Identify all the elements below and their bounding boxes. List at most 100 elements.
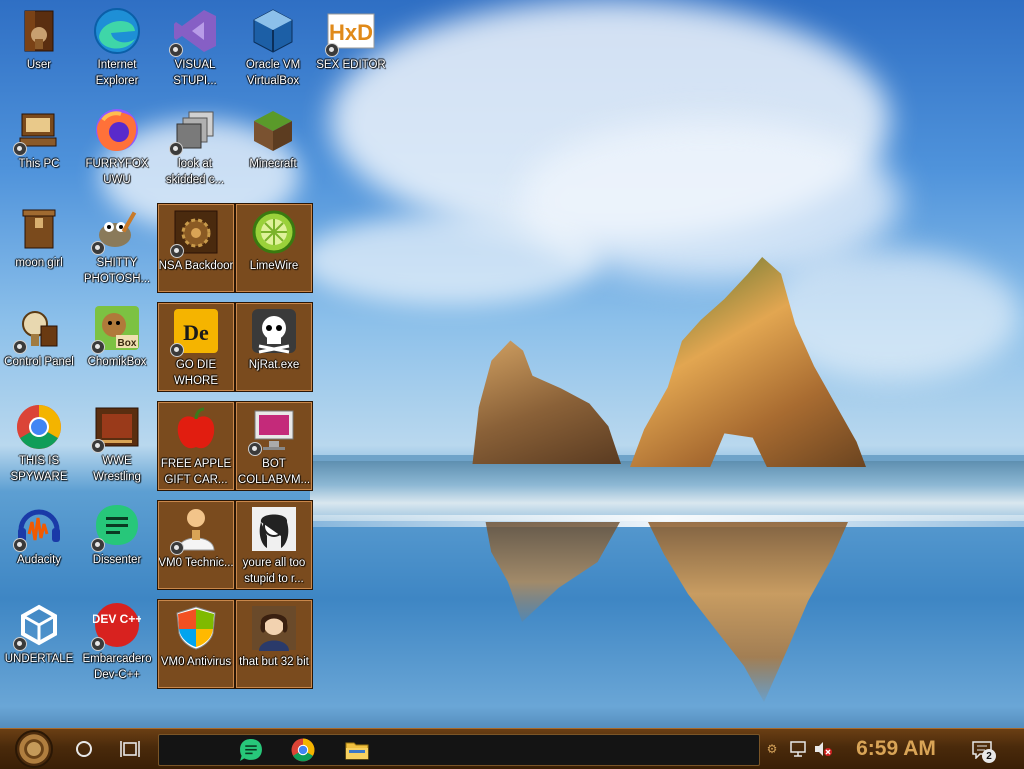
- desktop-icon-minecraft[interactable]: Minecraft: [234, 102, 312, 192]
- desktop-icon-oracle-vm-virtualbox[interactable]: Oracle VM VirtualBox: [234, 3, 312, 93]
- network-icon: [790, 741, 806, 757]
- apple-icon: [172, 406, 220, 454]
- action-center-button[interactable]: 2: [966, 735, 998, 765]
- audacity-icon: [13, 502, 63, 552]
- volume-tray-button[interactable]: [812, 737, 834, 761]
- desktop-icon-nsa-backdoor[interactable]: NSA Backdoor: [157, 203, 235, 293]
- desktop-icon-look-at-skidded[interactable]: look at skidded c...: [156, 102, 234, 192]
- desktop-icon-furryfox[interactable]: FURRYFOX UWU: [78, 102, 156, 192]
- media-player-icon: [91, 403, 141, 453]
- desktop[interactable]: User This PC moon girl Control Panel THI…: [0, 0, 1024, 728]
- clock[interactable]: 6:59 AM: [846, 731, 946, 767]
- icon-label: Minecraft: [249, 158, 297, 170]
- shortcut-arrow-icon: [91, 637, 105, 651]
- de-app-icon: De: [170, 307, 220, 357]
- technician-icon: [170, 505, 220, 555]
- portrait-icon: [250, 505, 298, 553]
- wallpaper-sea: [310, 461, 1024, 521]
- network-tray-button[interactable]: [788, 737, 808, 761]
- dissenter-icon: [240, 739, 262, 761]
- desktop-icon-limewire[interactable]: LimeWire: [235, 203, 313, 293]
- icon-label: This PC: [18, 158, 60, 170]
- icon-label: Internet Explorer: [95, 59, 139, 87]
- desktop-icon-this-pc[interactable]: This PC: [0, 102, 78, 192]
- desktop-icon-dissenter[interactable]: Dissenter: [78, 498, 156, 588]
- desktop-icon-user[interactable]: User: [0, 3, 78, 93]
- icon-label: VISUAL STUPI...: [173, 59, 217, 87]
- wallpaper-cloud: [300, 215, 600, 305]
- desktop-icon-wwe-wrestling[interactable]: WWE Wrestling: [78, 399, 156, 489]
- desktop-icon-chomikbox[interactable]: Box ChomikBox: [78, 300, 156, 390]
- desktop-icon-shitty-photoshop[interactable]: SHITTY PHOTOSH...: [78, 201, 156, 291]
- dev-cpp-icon: DEV C++: [91, 601, 141, 651]
- monitor-icon: [248, 406, 298, 456]
- desktop-icon-undertale[interactable]: UNDERTALE: [0, 597, 78, 687]
- icon-label: SHITTY PHOTOSH...: [83, 257, 151, 285]
- gimp-icon: [91, 205, 141, 255]
- taskbar-app-chrome[interactable]: [285, 735, 321, 765]
- gear-icon: ⚙: [766, 742, 778, 756]
- desktop-icon-internet-explorer[interactable]: Internet Explorer: [78, 3, 156, 93]
- desktop-icon-free-apple-gift-card[interactable]: FREE APPLE GIFT CAR...: [157, 401, 235, 491]
- desktop-icon-audacity[interactable]: Audacity: [0, 498, 78, 588]
- dissenter-icon: [91, 502, 141, 552]
- icon-label: User: [26, 59, 52, 71]
- shortcut-arrow-icon: [248, 442, 262, 456]
- desktop-icon-visual-stupio[interactable]: VISUAL STUPI...: [156, 3, 234, 93]
- icon-label: LimeWire: [249, 260, 299, 272]
- icon-label: ChomikBox: [87, 356, 147, 368]
- notification-badge: 2: [982, 749, 996, 763]
- desktop-icon-youre-all-too-stupid[interactable]: youre all too stupid to r...: [235, 500, 313, 590]
- de-app-icon-text: De: [183, 320, 209, 345]
- icon-label: NjRat.exe: [248, 359, 300, 371]
- computer-icon: [13, 106, 63, 156]
- icon-label: FREE APPLE GIFT CAR...: [160, 458, 232, 486]
- limewire-icon: [250, 208, 298, 256]
- desktop-icon-moon-girl[interactable]: moon girl: [0, 201, 78, 291]
- shortcut-arrow-icon: [325, 43, 339, 57]
- search-button[interactable]: [68, 733, 100, 765]
- desktop-icon-dev-cpp[interactable]: DEV C++ Embarcadero Dev-C++: [78, 597, 156, 687]
- user-folder-icon: [15, 7, 63, 55]
- desktop-icon-vm0-antivirus[interactable]: VM0 Antivirus: [157, 599, 235, 689]
- icon-label: NSA Backdoor: [158, 260, 234, 272]
- desktop-icon-sex-editor[interactable]: HxD SEX EDITOR: [312, 3, 390, 93]
- shortcut-arrow-icon: [169, 43, 183, 57]
- icon-label: that but 32 bit: [239, 656, 309, 668]
- task-view-icon: [120, 741, 140, 757]
- icon-label: VM0 Antivirus: [160, 656, 232, 668]
- wallpaper-rock-reflection: [485, 522, 620, 622]
- icon-label: FURRYFOX UWU: [85, 158, 149, 186]
- show-hidden-icons-button[interactable]: ⚙: [763, 737, 781, 761]
- taskbar-app-file-explorer[interactable]: [339, 735, 375, 765]
- chrome-icon: [15, 403, 63, 451]
- desktop-icon-this-is-spyware[interactable]: THIS IS SPYWARE: [0, 399, 78, 489]
- shortcut-arrow-icon: [170, 343, 184, 357]
- virtualbox-icon: [249, 7, 297, 55]
- icon-label: VM0 Technic...: [158, 557, 234, 569]
- taskbar-app-dissenter[interactable]: [233, 735, 269, 765]
- shortcut-arrow-icon: [13, 538, 27, 552]
- minecraft-icon: [249, 106, 297, 154]
- icon-label: SEX EDITOR: [316, 59, 386, 71]
- file-stack-icon: [169, 106, 219, 156]
- shortcut-arrow-icon: [170, 244, 184, 258]
- desktop-icon-that-but-32-bit[interactable]: that but 32 bit: [235, 599, 313, 689]
- desktop-icon-control-panel[interactable]: Control Panel: [0, 300, 78, 390]
- start-button[interactable]: [8, 730, 60, 768]
- desktop-icon-njrat[interactable]: NjRat.exe: [235, 302, 313, 392]
- portrait-icon: [250, 604, 298, 652]
- desktop-icon-go-die[interactable]: De GO DIE WHORE: [157, 302, 235, 392]
- desktop-icon-bot-collabvm[interactable]: BOT COLLABVM...: [235, 401, 313, 491]
- hxd-icon-text: HxD: [329, 20, 373, 45]
- visual-studio-icon: [169, 7, 219, 57]
- task-view-button[interactable]: [114, 733, 146, 765]
- chomikbox-icon: Box: [91, 304, 141, 354]
- skull-icon: [250, 307, 298, 355]
- shortcut-arrow-icon: [170, 541, 184, 555]
- icon-label: look at skidded c...: [165, 158, 225, 186]
- desktop-icon-vm0-technic[interactable]: VM0 Technic...: [157, 500, 235, 590]
- gear-box-icon: [170, 208, 220, 258]
- chrome-icon: [291, 738, 315, 762]
- shortcut-arrow-icon: [91, 439, 105, 453]
